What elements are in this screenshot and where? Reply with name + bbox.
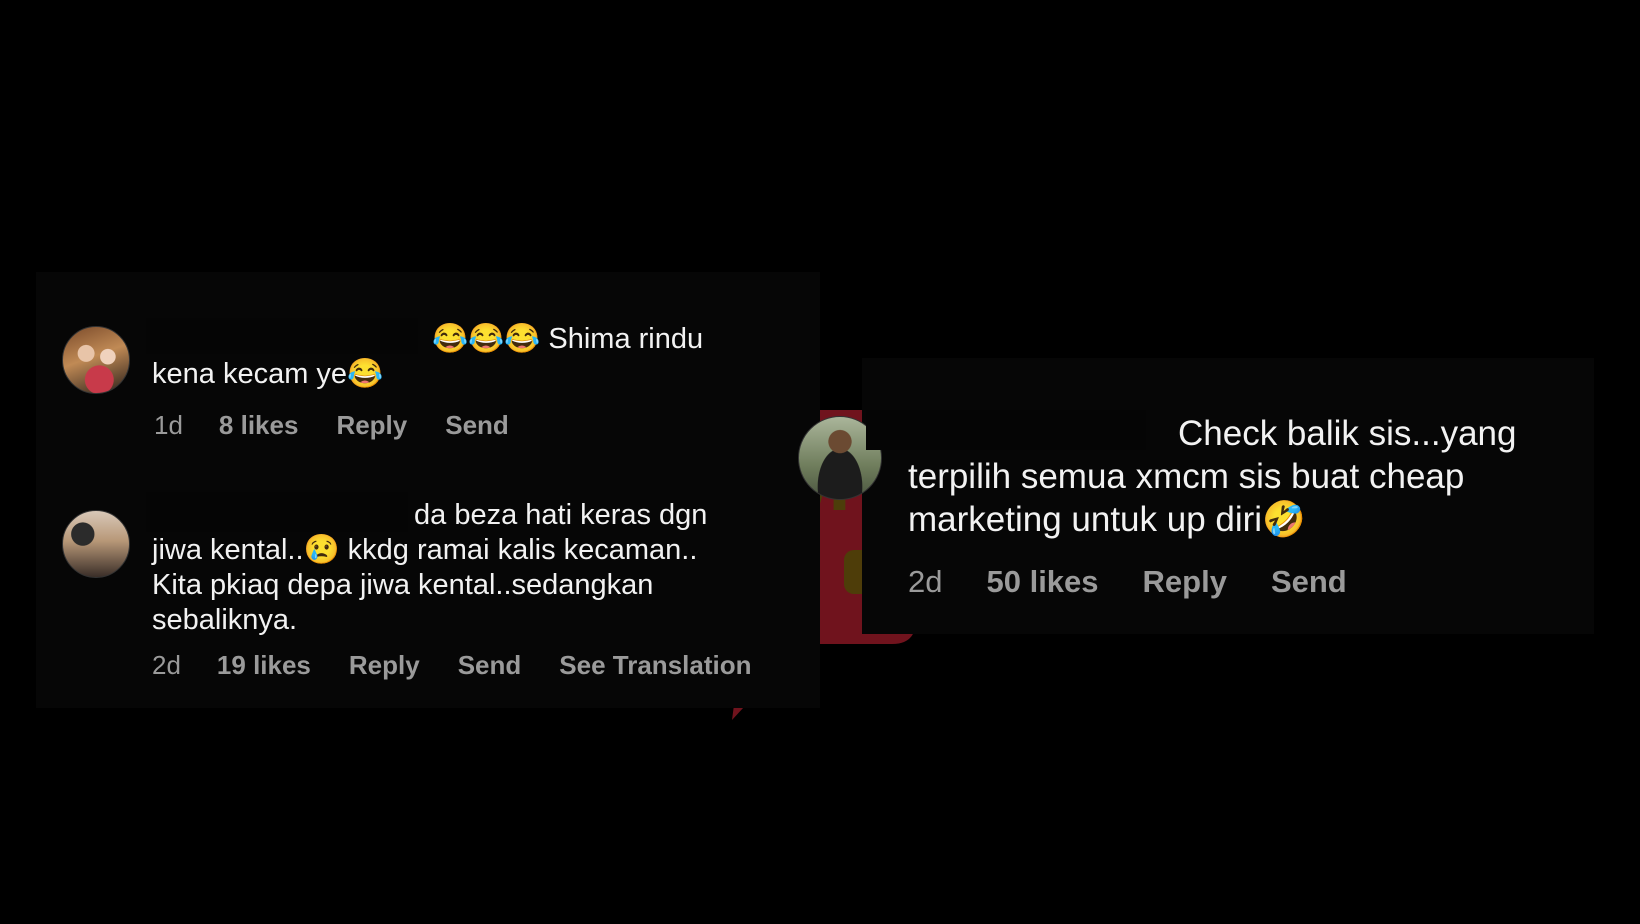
comment-text: da beza hati keras dgn jiwa kental..😢 kk…: [152, 499, 708, 636]
comment-time: 2d: [908, 564, 943, 599]
comment-meta: 1d 8 likes Reply Send: [154, 410, 509, 441]
comment-meta: 2d 50 likes Reply Send: [908, 564, 1347, 600]
send-button[interactable]: Send: [458, 650, 522, 681]
send-button[interactable]: Send: [1271, 564, 1347, 600]
likes-count[interactable]: 8 likes: [219, 410, 299, 441]
see-translation-link[interactable]: See Translation: [559, 650, 751, 681]
reply-button[interactable]: Reply: [349, 650, 420, 681]
likes-count[interactable]: 19 likes: [217, 650, 311, 681]
comments-panel-left: 😂😂😂 Shima rindu kena kecam ye😂 1d 8 like…: [36, 272, 820, 708]
comment-meta: 2d 19 likes Reply Send See Translation: [152, 650, 751, 681]
comment-time: 2d: [152, 650, 181, 680]
comments-panel-right: Check balik sis...yang terpilih semua xm…: [798, 358, 1594, 634]
reply-button[interactable]: Reply: [1143, 564, 1227, 600]
reply-button[interactable]: Reply: [336, 410, 407, 441]
comment-time: 1d: [154, 410, 183, 440]
avatar[interactable]: [62, 510, 130, 578]
avatar[interactable]: [62, 326, 130, 394]
likes-count[interactable]: 50 likes: [986, 564, 1098, 600]
comment-text: Check balik sis...yang terpilih semua xm…: [908, 414, 1517, 539]
send-button[interactable]: Send: [445, 410, 509, 441]
comment-text: 😂😂😂 Shima rindu kena kecam ye😂: [152, 323, 704, 390]
